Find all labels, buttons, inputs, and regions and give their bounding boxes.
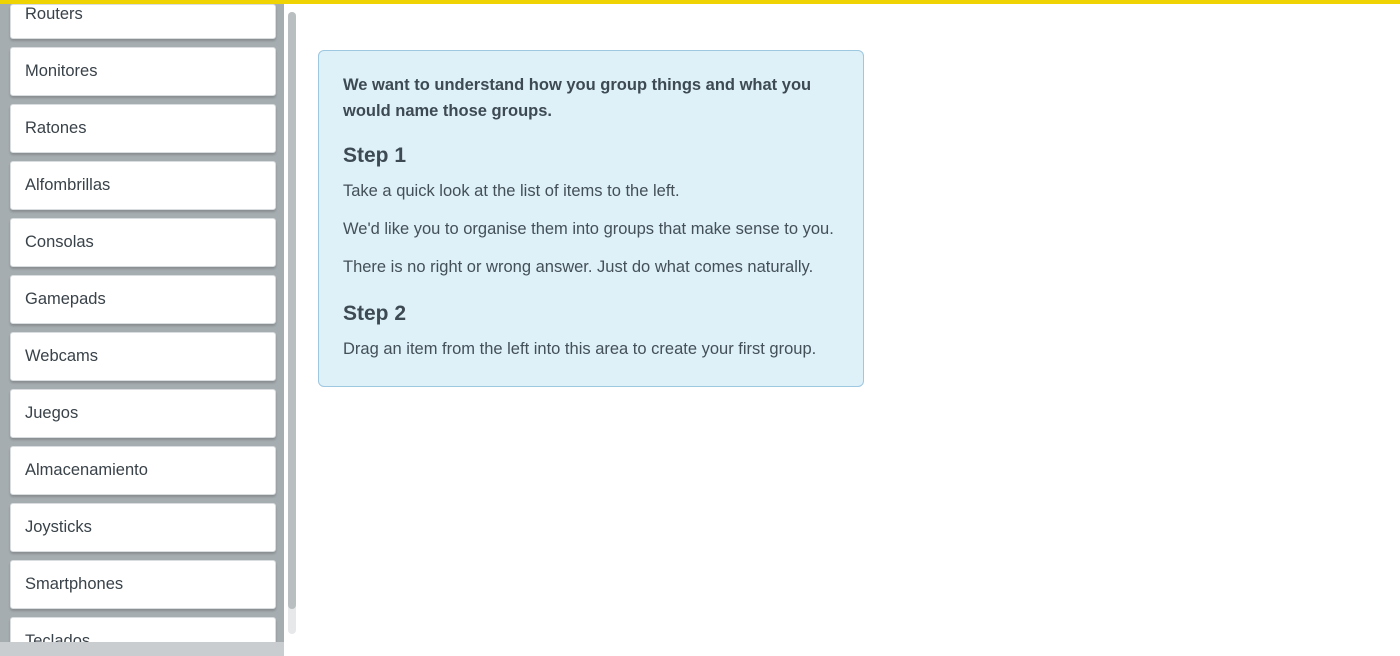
list-item-label: Almacenamiento (25, 461, 148, 479)
list-item[interactable]: Teclados (10, 617, 276, 644)
list-item[interactable]: Routers (10, 4, 276, 39)
sidebar-footer (0, 642, 284, 656)
list-item-label: Smartphones (25, 575, 123, 593)
list-item-label: Monitores (25, 62, 97, 80)
main-scrollbar-track[interactable] (288, 12, 296, 634)
main-scrollbar-thumb[interactable] (288, 12, 296, 609)
step2-heading: Step 2 (343, 302, 839, 326)
step1-line1: Take a quick look at the list of items t… (343, 180, 839, 204)
sidebar-wrap: Routers Monitores Ratones Alfombrillas C… (0, 4, 284, 656)
list-item[interactable]: Joysticks (10, 503, 276, 552)
step1-heading: Step 1 (343, 144, 839, 168)
instructions-panel: We want to understand how you group thin… (318, 50, 864, 387)
list-item-label: Joysticks (25, 518, 92, 536)
list-item[interactable]: Consolas (10, 218, 276, 267)
list-item[interactable]: Smartphones (10, 560, 276, 609)
list-item[interactable]: Alfombrillas (10, 161, 276, 210)
list-item[interactable]: Ratones (10, 104, 276, 153)
drop-area[interactable]: We want to understand how you group thin… (300, 4, 1400, 656)
list-item-label: Ratones (25, 119, 86, 137)
list-item-label: Routers (25, 5, 83, 23)
instructions-intro: We want to understand how you group thin… (343, 73, 839, 124)
item-list-sidebar: Routers Monitores Ratones Alfombrillas C… (0, 4, 284, 644)
list-item-label: Juegos (25, 404, 78, 422)
step2-line1: Drag an item from the left into this are… (343, 338, 839, 362)
layout: Routers Monitores Ratones Alfombrillas C… (0, 0, 1400, 656)
list-item[interactable]: Gamepads (10, 275, 276, 324)
main-scrollbar-gutter (284, 4, 300, 656)
list-item[interactable]: Juegos (10, 389, 276, 438)
step1-line3: There is no right or wrong answer. Just … (343, 256, 839, 280)
list-item-label: Consolas (25, 233, 94, 251)
accent-bar (0, 0, 1400, 4)
list-item[interactable]: Monitores (10, 47, 276, 96)
list-item-label: Webcams (25, 347, 98, 365)
list-item[interactable]: Almacenamiento (10, 446, 276, 495)
list-item-label: Gamepads (25, 290, 106, 308)
list-item-label: Alfombrillas (25, 176, 110, 194)
list-item[interactable]: Webcams (10, 332, 276, 381)
step1-line2: We'd like you to organise them into grou… (343, 218, 839, 242)
